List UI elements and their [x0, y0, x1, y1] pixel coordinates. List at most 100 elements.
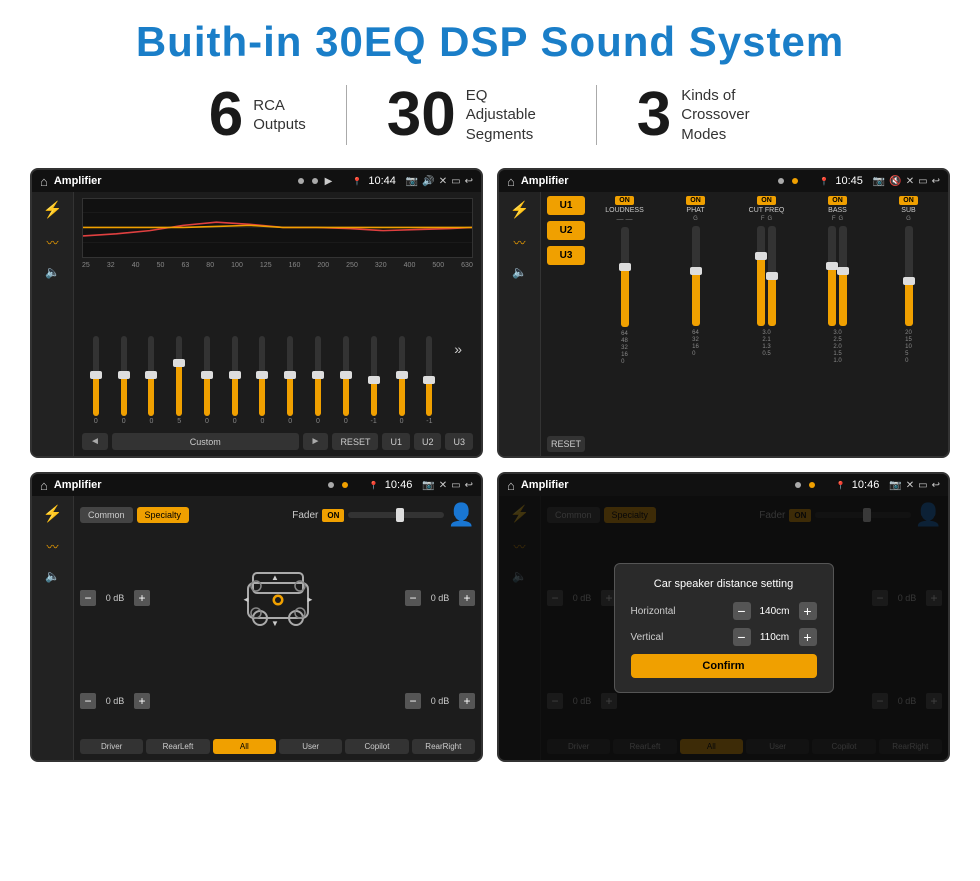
- slider-track-8[interactable]: [287, 336, 293, 416]
- dialog-vertical-row: Vertical − 110cm +: [631, 628, 817, 646]
- slider-track-10[interactable]: [343, 336, 349, 416]
- slider-track-11[interactable]: [371, 336, 377, 416]
- sidebar-filter-icon-2[interactable]: ⚡: [510, 200, 530, 220]
- sub-slider[interactable]: [905, 226, 913, 326]
- sidebar-speaker-icon[interactable]: 🔈: [45, 265, 60, 279]
- sidebar-wave-icon-3[interactable]: 〰: [46, 538, 58, 555]
- eq-u2-btn[interactable]: U2: [414, 433, 442, 450]
- slider-track-6[interactable]: [232, 336, 238, 416]
- loudness-ticks: 64 48 32 16 0: [621, 331, 628, 365]
- bat-icon-3: ▭: [451, 480, 460, 491]
- sidebar-speaker-icon-2[interactable]: 🔈: [512, 265, 527, 279]
- bass-name: BASS: [828, 207, 847, 214]
- crossover-left: U1 U2 U3 RESET: [547, 196, 585, 452]
- eq-prev-btn[interactable]: ◄: [82, 433, 108, 450]
- slider-track-7[interactable]: [259, 336, 265, 416]
- cutfreq-slider-f[interactable]: [757, 226, 765, 326]
- cutfreq-toggle[interactable]: ON: [757, 196, 776, 205]
- db-minus-lt[interactable]: −: [80, 590, 96, 606]
- slider-col-5: 0: [204, 336, 210, 425]
- dialog-vertical-value: 110cm: [755, 632, 795, 643]
- page-title: Buith-in 30EQ DSP Sound System: [30, 18, 950, 66]
- slider-track-5[interactable]: [204, 336, 210, 416]
- person-icon-3[interactable]: 👤: [448, 502, 475, 528]
- eq-u1-btn[interactable]: U1: [382, 433, 410, 450]
- slider-track-1[interactable]: [93, 336, 99, 416]
- fader-rearleft-btn[interactable]: RearLeft: [146, 739, 209, 754]
- freq-80: 80: [206, 262, 214, 269]
- sub-toggle[interactable]: ON: [899, 196, 918, 205]
- db-plus-lt[interactable]: +: [134, 590, 150, 606]
- loudness-slider[interactable]: [621, 227, 629, 327]
- eq-next-btn[interactable]: ►: [303, 433, 329, 450]
- dialog-overlay: Car speaker distance setting Horizontal …: [499, 496, 948, 760]
- dialog-vertical-minus[interactable]: −: [733, 628, 751, 646]
- sidebar-filter-icon-3[interactable]: ⚡: [43, 504, 63, 524]
- loudness-toggle[interactable]: ON: [615, 196, 634, 205]
- sidebar-2: ⚡ 〰 🔈: [499, 192, 541, 456]
- fader-user-btn[interactable]: User: [279, 739, 342, 754]
- slider-col-12: 0: [399, 336, 405, 425]
- fader-toggle[interactable]: ON: [322, 509, 344, 522]
- slider-track-13[interactable]: [426, 336, 432, 416]
- slider-col-8: 0: [287, 336, 293, 425]
- dialog-vertical-control: − 110cm +: [733, 628, 817, 646]
- slider-track-3[interactable]: [148, 336, 154, 416]
- db-minus-rt[interactable]: −: [405, 590, 421, 606]
- eq-reset-btn[interactable]: RESET: [332, 433, 378, 450]
- tab-specialty[interactable]: Specialty: [137, 507, 190, 523]
- loudness-labels: ——: [617, 216, 633, 223]
- phat-toggle[interactable]: ON: [686, 196, 705, 205]
- db-plus-lb[interactable]: +: [134, 693, 150, 709]
- eq-chevron-right[interactable]: »: [454, 341, 462, 357]
- slider-val-2: 0: [122, 418, 126, 425]
- crossover-u1-btn[interactable]: U1: [547, 196, 585, 215]
- dialog-vertical-plus[interactable]: +: [799, 628, 817, 646]
- status-bar-1: ⌂ Amplifier ▶ 📍 10:44 📷 🔊 ✕ ▭ ↩: [32, 170, 481, 192]
- back-icon-2: ↩: [932, 176, 940, 187]
- db-plus-rb[interactable]: +: [459, 693, 475, 709]
- fader-label: Fader: [292, 510, 318, 521]
- fader-driver-btn[interactable]: Driver: [80, 739, 143, 754]
- crossover-reset-btn[interactable]: RESET: [547, 436, 585, 452]
- stat-eq-number: 30: [387, 84, 456, 146]
- sidebar-filter-icon[interactable]: ⚡: [43, 200, 63, 220]
- dot-3a: [328, 482, 334, 488]
- cutfreq-slider-g[interactable]: [768, 226, 776, 326]
- crossover-u3-btn[interactable]: U3: [547, 246, 585, 265]
- slider-val-5: 0: [205, 418, 209, 425]
- dialog-horizontal-plus[interactable]: +: [799, 602, 817, 620]
- fader-copilot-btn[interactable]: Copilot: [345, 739, 408, 754]
- bass-slider-f[interactable]: [828, 226, 836, 326]
- eq-custom-btn[interactable]: Custom: [112, 433, 299, 450]
- slider-track-4[interactable]: [176, 336, 182, 416]
- fader-rearright-btn[interactable]: RearRight: [412, 739, 475, 754]
- dialog-horizontal-minus[interactable]: −: [733, 602, 751, 620]
- pin-icon-3: 📍: [369, 481, 379, 490]
- sidebar-wave-icon-2[interactable]: 〰: [513, 234, 525, 251]
- slider-track-2[interactable]: [121, 336, 127, 416]
- bass-toggle[interactable]: ON: [828, 196, 847, 205]
- db-plus-rt[interactable]: +: [459, 590, 475, 606]
- slider-track-9[interactable]: [315, 336, 321, 416]
- x-icon-1: ✕: [439, 176, 447, 187]
- tab-common[interactable]: Common: [80, 507, 133, 523]
- slider-col-4: 5: [176, 336, 182, 425]
- slider-track-12[interactable]: [399, 336, 405, 416]
- phat-slider[interactable]: [692, 226, 700, 326]
- stat-crossover-label: Kinds ofCrossover Modes: [681, 86, 771, 145]
- fader-all-btn[interactable]: All: [213, 739, 276, 754]
- sidebar-wave-icon[interactable]: 〰: [46, 234, 58, 251]
- fader-slider[interactable]: [348, 512, 443, 518]
- time-1: 10:44: [368, 175, 396, 187]
- crossover-u2-btn[interactable]: U2: [547, 221, 585, 240]
- status-bar-3: ⌂ Amplifier 📍 10:46 📷 ✕ ▭ ↩: [32, 474, 481, 496]
- sidebar-speaker-icon-3[interactable]: 🔈: [45, 569, 60, 583]
- db-minus-rb[interactable]: −: [405, 693, 421, 709]
- dialog-confirm-button[interactable]: Confirm: [631, 654, 817, 678]
- pin-icon-2: 📍: [819, 177, 829, 186]
- db-minus-lb[interactable]: −: [80, 693, 96, 709]
- bass-slider-g[interactable]: [839, 226, 847, 326]
- dot-3b: [342, 482, 348, 488]
- eq-u3-btn[interactable]: U3: [445, 433, 473, 450]
